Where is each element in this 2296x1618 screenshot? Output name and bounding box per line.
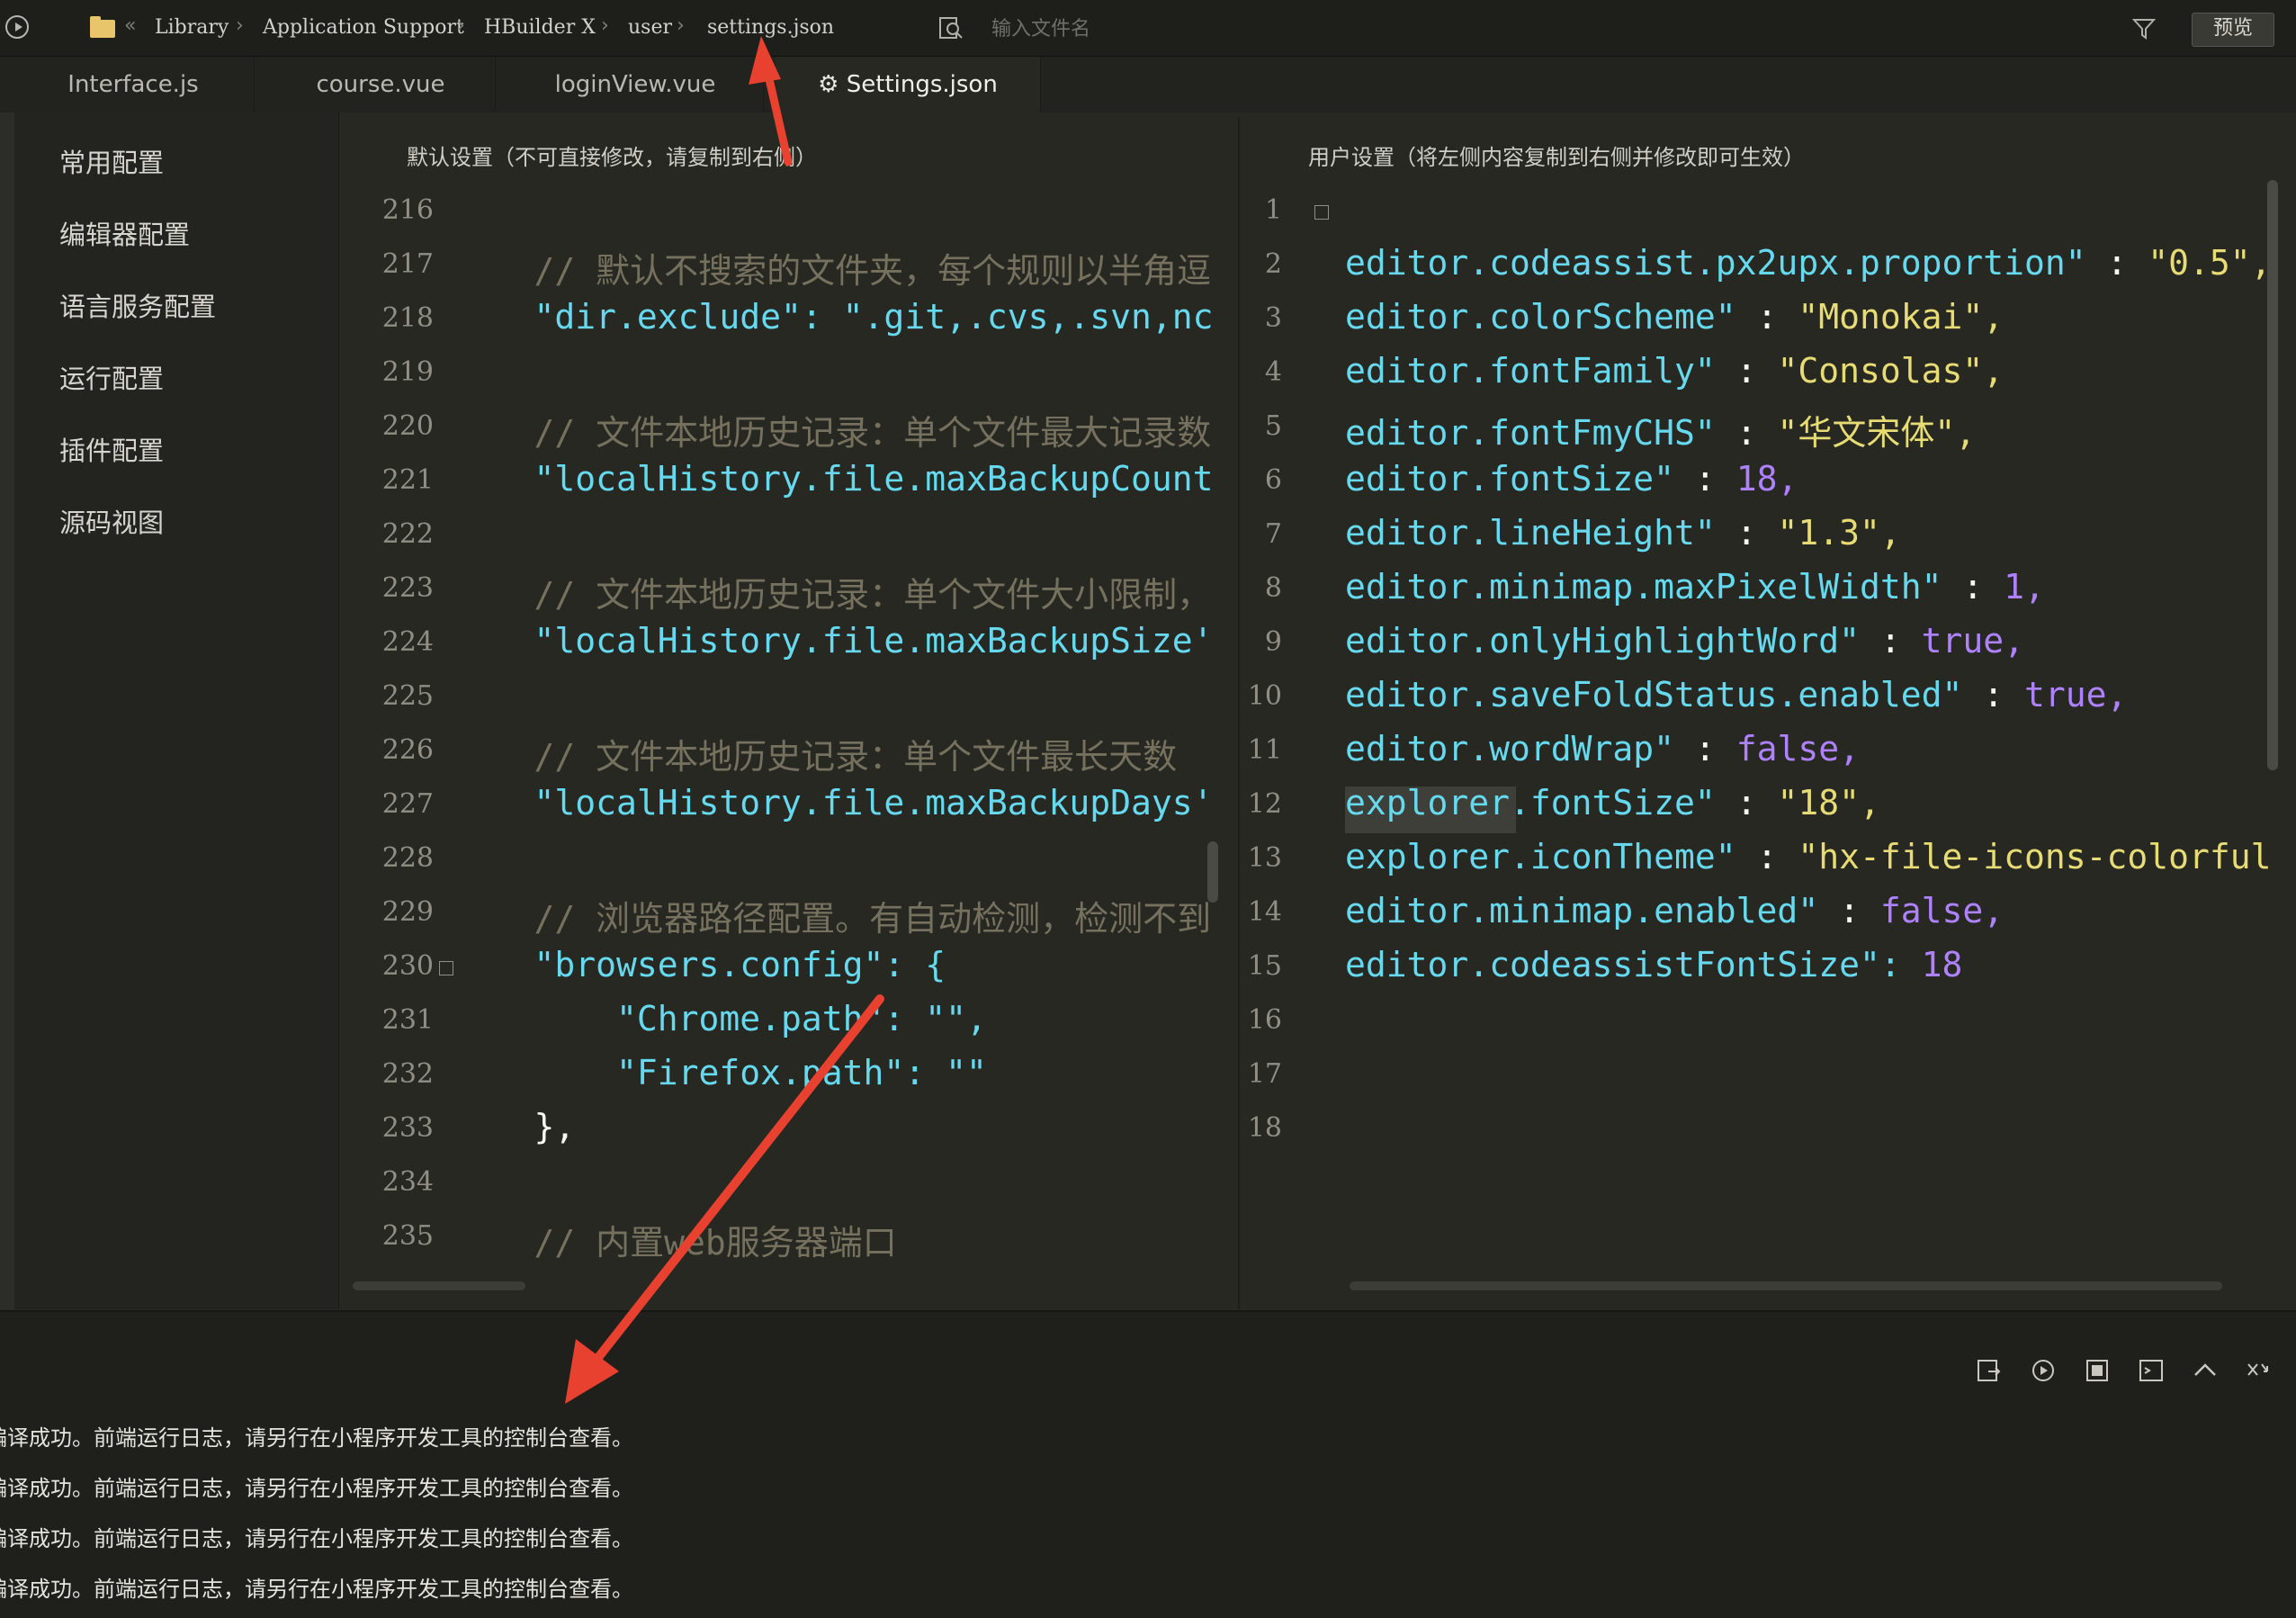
arrow-up-annotation xyxy=(749,36,793,166)
annotation-arrows xyxy=(565,36,884,1404)
arrow-down-annotation xyxy=(565,994,884,1404)
